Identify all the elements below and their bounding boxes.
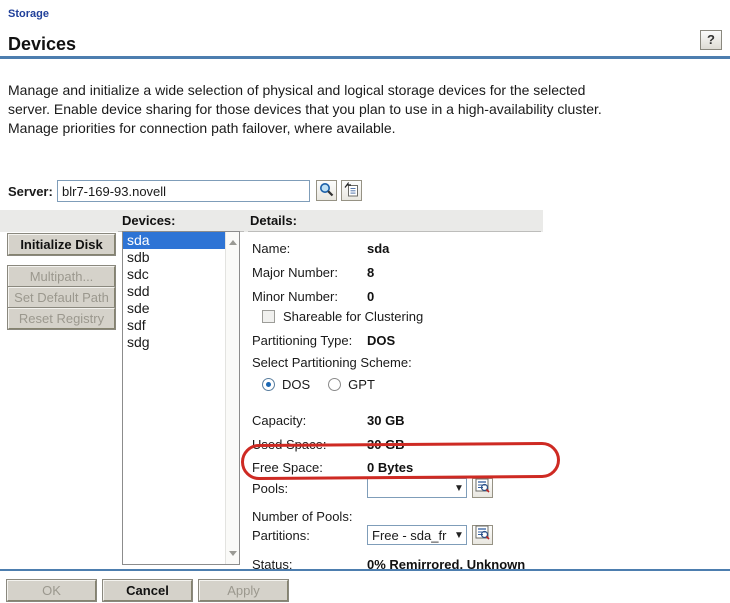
pools-dropdown[interactable]: ▼ bbox=[367, 478, 467, 498]
partitioning-scheme-label: Select Partitioning Scheme: bbox=[252, 355, 412, 370]
apply-button[interactable]: Apply bbox=[199, 580, 288, 601]
page-description: Manage and initialize a wide selection o… bbox=[8, 81, 630, 138]
device-list-item[interactable]: sda bbox=[123, 232, 225, 249]
number-of-pools-label: Number of Pools: bbox=[252, 509, 352, 524]
free-space-value: 0 Bytes bbox=[367, 460, 413, 475]
magnifier-icon bbox=[319, 182, 334, 200]
reset-registry-button[interactable]: Reset Registry bbox=[8, 308, 115, 329]
set-default-path-button[interactable]: Set Default Path bbox=[8, 287, 115, 308]
view-objects-icon bbox=[475, 478, 490, 498]
breadcrumb-storage-link[interactable]: Storage bbox=[8, 8, 49, 20]
device-list-item[interactable]: sdc bbox=[123, 266, 225, 283]
detail-row-partitions: Partitions: Free - sda_fr ▼ bbox=[252, 525, 543, 545]
detail-row-status: Status: 0% Remirrored, Unknown bbox=[252, 554, 543, 574]
detail-row-partitioning-type: Partitioning Type: DOS bbox=[252, 330, 543, 350]
detail-row-scheme-options: DOS GPT bbox=[252, 374, 543, 394]
chevron-down-icon: ▼ bbox=[452, 483, 466, 494]
scroll-up-icon[interactable] bbox=[229, 240, 237, 245]
help-button[interactable]: ? bbox=[700, 30, 722, 50]
listbox-scrollbar[interactable] bbox=[225, 232, 239, 564]
devices-column-header: Devices: bbox=[122, 213, 175, 228]
object-selector-button[interactable] bbox=[316, 180, 337, 201]
device-list-item[interactable]: sde bbox=[123, 300, 225, 317]
detail-row-capacity: Capacity: 30 GB bbox=[252, 410, 543, 430]
partitions-dropdown[interactable]: Free - sda_fr ▼ bbox=[367, 525, 467, 545]
used-space-value: 30 GB bbox=[367, 437, 405, 452]
dos-radio-label: DOS bbox=[282, 377, 310, 392]
partitions-browse-button[interactable] bbox=[472, 525, 493, 545]
detail-row-number-of-pools: Number of Pools: bbox=[252, 506, 543, 526]
scroll-down-icon[interactable] bbox=[229, 551, 237, 556]
pools-label: Pools: bbox=[252, 481, 367, 496]
device-list-item[interactable]: sdf bbox=[123, 317, 225, 334]
ok-button[interactable]: OK bbox=[7, 580, 96, 601]
object-history-button[interactable] bbox=[341, 180, 362, 201]
footer-divider bbox=[0, 569, 730, 571]
detail-row-shareable: Shareable for Clustering bbox=[252, 306, 543, 326]
partitioning-type-value: DOS bbox=[367, 333, 395, 348]
details-section: Name: sda Major Number: 8 Minor Number: … bbox=[252, 210, 543, 568]
name-value: sda bbox=[367, 241, 389, 256]
shareable-label: Shareable for Clustering bbox=[283, 309, 423, 324]
major-number-label: Major Number: bbox=[252, 265, 367, 280]
device-list-item[interactable]: sdd bbox=[123, 283, 225, 300]
partitions-dropdown-value: Free - sda_fr bbox=[372, 528, 452, 543]
chevron-down-icon: ▼ bbox=[452, 530, 466, 541]
cancel-button[interactable]: Cancel bbox=[103, 580, 192, 601]
header-divider bbox=[0, 56, 730, 59]
name-label: Name: bbox=[252, 241, 367, 256]
devices-listbox[interactable]: sda sdb sdc sdd sde sdf sdg bbox=[122, 231, 240, 565]
detail-row-free-space: Free Space: 0 Bytes bbox=[252, 457, 543, 477]
initialize-disk-button[interactable]: Initialize Disk bbox=[8, 234, 115, 255]
server-input[interactable] bbox=[57, 180, 310, 202]
used-space-label: Used Space: bbox=[252, 437, 367, 452]
shareable-checkbox[interactable] bbox=[262, 310, 275, 323]
detail-row-scheme-label: Select Partitioning Scheme: bbox=[252, 352, 543, 372]
gpt-radio[interactable] bbox=[328, 378, 341, 391]
partitioning-type-label: Partitioning Type: bbox=[252, 333, 367, 348]
gpt-radio-label: GPT bbox=[348, 377, 375, 392]
capacity-value: 30 GB bbox=[367, 413, 405, 428]
free-space-label: Free Space: bbox=[252, 460, 367, 475]
minor-number-value: 0 bbox=[367, 289, 374, 304]
detail-row-used-space: Used Space: 30 GB bbox=[252, 434, 543, 454]
dos-radio[interactable] bbox=[262, 378, 275, 391]
server-label: Server: bbox=[8, 184, 53, 199]
device-management-panel: Devices: Details: Initialize Disk Multip… bbox=[0, 210, 543, 568]
detail-row-minor-number: Minor Number: 0 bbox=[252, 286, 543, 306]
detail-row-name: Name: sda bbox=[252, 238, 543, 258]
device-list-item[interactable]: sdb bbox=[123, 249, 225, 266]
minor-number-label: Minor Number: bbox=[252, 289, 367, 304]
devices-page: Storage Devices ? Manage and initialize … bbox=[0, 0, 730, 603]
pools-browse-button[interactable] bbox=[472, 478, 493, 498]
multipath-button[interactable]: Multipath... bbox=[8, 266, 115, 287]
device-list-item[interactable]: sdg bbox=[123, 334, 225, 351]
detail-row-pools: Pools: ▼ bbox=[252, 478, 543, 498]
capacity-label: Capacity: bbox=[252, 413, 367, 428]
page-title: Devices bbox=[8, 34, 76, 55]
view-objects-icon bbox=[475, 525, 490, 545]
detail-row-major-number: Major Number: 8 bbox=[252, 262, 543, 282]
object-history-icon bbox=[344, 182, 359, 200]
partitions-label: Partitions: bbox=[252, 528, 367, 543]
major-number-value: 8 bbox=[367, 265, 374, 280]
